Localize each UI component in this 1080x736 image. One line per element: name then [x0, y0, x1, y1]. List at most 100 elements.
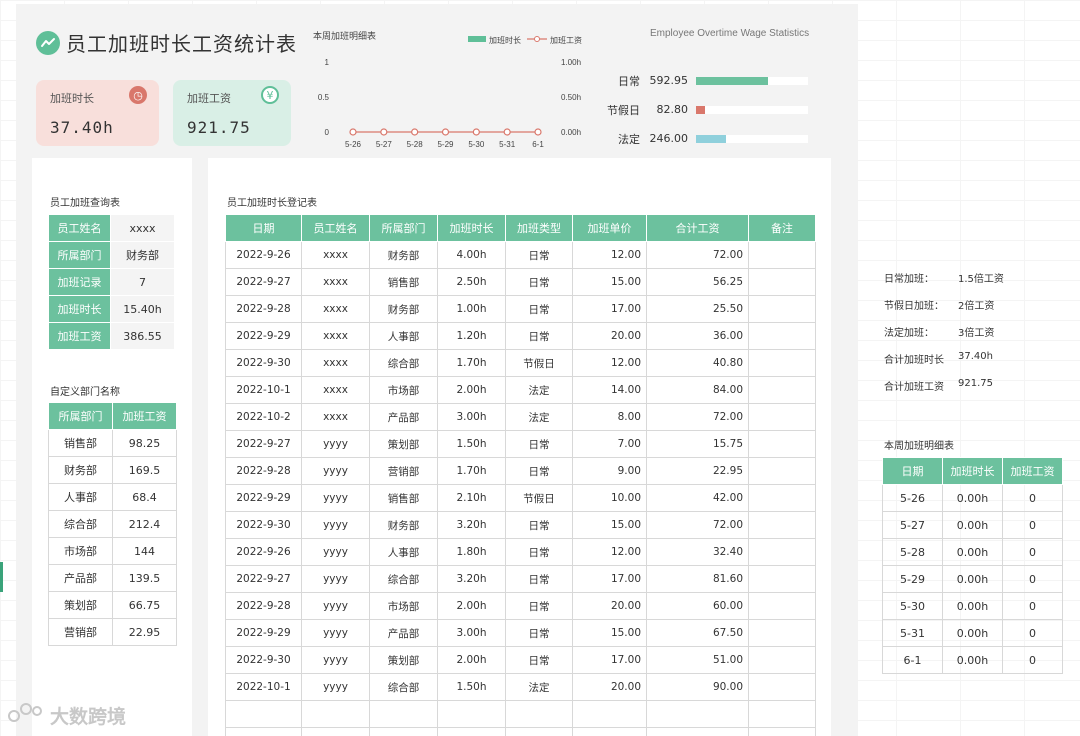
register-cell[interactable]	[748, 565, 816, 593]
week-cell[interactable]: 0.00h	[942, 565, 1003, 593]
register-cell[interactable]	[505, 727, 573, 736]
register-cell[interactable]: 日常	[505, 268, 573, 296]
register-cell[interactable]: 4.00h	[437, 241, 506, 269]
register-cell[interactable]: 2022-9-27	[225, 565, 302, 593]
register-cell[interactable]: 1.00h	[437, 295, 506, 323]
dept-cell[interactable]: 市场部	[48, 537, 113, 565]
register-cell[interactable]: 81.60	[646, 565, 749, 593]
register-cell[interactable]: 1.70h	[437, 457, 506, 485]
register-cell[interactable]: 56.25	[646, 268, 749, 296]
register-cell[interactable]: xxxx	[301, 268, 370, 296]
register-cell[interactable]: 财务部	[369, 241, 438, 269]
register-cell[interactable]: yyyy	[301, 457, 370, 485]
register-cell[interactable]: 2022-9-27	[225, 430, 302, 458]
register-cell[interactable]: 节假日	[505, 349, 573, 377]
register-cell[interactable]: 51.00	[646, 646, 749, 674]
week-cell[interactable]: 0.00h	[942, 484, 1003, 512]
register-cell[interactable]: 日常	[505, 322, 573, 350]
register-cell[interactable]: 20.00	[572, 592, 647, 620]
register-cell[interactable]: 12.00	[572, 241, 647, 269]
register-cell[interactable]: 20.00	[572, 673, 647, 701]
register-cell[interactable]: 市场部	[369, 376, 438, 404]
register-cell[interactable]	[572, 727, 647, 736]
register-cell[interactable]: 1.50h	[437, 430, 506, 458]
dept-cell[interactable]: 212.4	[112, 510, 177, 538]
register-cell[interactable]: xxxx	[301, 322, 370, 350]
register-cell[interactable]: 42.00	[646, 484, 749, 512]
register-cell[interactable]	[646, 700, 749, 728]
register-cell[interactable]: 综合部	[369, 565, 438, 593]
register-cell[interactable]: 3.20h	[437, 565, 506, 593]
register-cell[interactable]: 10.00	[572, 484, 647, 512]
week-cell[interactable]: 6-1	[882, 646, 943, 674]
register-cell[interactable]	[748, 538, 816, 566]
register-cell[interactable]: 17.00	[572, 295, 647, 323]
register-cell[interactable]: 36.00	[646, 322, 749, 350]
register-cell[interactable]: 日常	[505, 592, 573, 620]
register-cell[interactable]: 2022-10-1	[225, 376, 302, 404]
register-cell[interactable]	[369, 700, 438, 728]
register-cell[interactable]: 日常	[505, 241, 573, 269]
week-cell[interactable]: 0	[1002, 619, 1063, 647]
dept-cell[interactable]: 66.75	[112, 591, 177, 619]
register-cell[interactable]: 25.50	[646, 295, 749, 323]
week-cell[interactable]: 5-26	[882, 484, 943, 512]
register-cell[interactable]: yyyy	[301, 430, 370, 458]
week-cell[interactable]: 0.00h	[942, 646, 1003, 674]
week-cell[interactable]: 0	[1002, 592, 1063, 620]
week-cell[interactable]: 0.00h	[942, 592, 1003, 620]
week-cell[interactable]: 5-28	[882, 538, 943, 566]
register-cell[interactable]: 2022-9-27	[225, 268, 302, 296]
register-cell[interactable]	[301, 700, 370, 728]
query-value-cell[interactable]: 15.40h	[110, 295, 175, 323]
register-cell[interactable]: 8.00	[572, 403, 647, 431]
register-cell[interactable]	[646, 727, 749, 736]
register-cell[interactable]	[748, 241, 816, 269]
dept-cell[interactable]: 综合部	[48, 510, 113, 538]
register-cell[interactable]	[225, 700, 302, 728]
register-cell[interactable]: yyyy	[301, 646, 370, 674]
register-cell[interactable]	[748, 268, 816, 296]
register-cell[interactable]: 40.80	[646, 349, 749, 377]
register-cell[interactable]: 2022-9-28	[225, 457, 302, 485]
dept-cell[interactable]: 营销部	[48, 618, 113, 646]
register-cell[interactable]	[369, 727, 438, 736]
dept-cell[interactable]: 169.5	[112, 456, 177, 484]
register-cell[interactable]: 90.00	[646, 673, 749, 701]
register-cell[interactable]: 3.20h	[437, 511, 506, 539]
register-cell[interactable]: 60.00	[646, 592, 749, 620]
register-cell[interactable]: 财务部	[369, 511, 438, 539]
dept-cell[interactable]: 人事部	[48, 483, 113, 511]
register-cell[interactable]: 1.80h	[437, 538, 506, 566]
register-cell[interactable]: 日常	[505, 646, 573, 674]
register-cell[interactable]: 3.00h	[437, 619, 506, 647]
register-cell[interactable]: 人事部	[369, 538, 438, 566]
register-cell[interactable]: 市场部	[369, 592, 438, 620]
register-cell[interactable]	[572, 700, 647, 728]
register-cell[interactable]	[748, 430, 816, 458]
register-cell[interactable]: 2022-9-28	[225, 295, 302, 323]
register-cell[interactable]: 2022-9-30	[225, 646, 302, 674]
register-cell[interactable]: 67.50	[646, 619, 749, 647]
week-cell[interactable]: 5-31	[882, 619, 943, 647]
dept-cell[interactable]: 22.95	[112, 618, 177, 646]
register-cell[interactable]: 2.00h	[437, 646, 506, 674]
week-cell[interactable]: 0	[1002, 646, 1063, 674]
register-cell[interactable]: yyyy	[301, 511, 370, 539]
query-value-cell[interactable]: xxxx	[110, 214, 175, 242]
register-cell[interactable]	[748, 673, 816, 701]
register-cell[interactable]	[748, 700, 816, 728]
register-cell[interactable]: 节假日	[505, 484, 573, 512]
register-cell[interactable]: xxxx	[301, 241, 370, 269]
register-cell[interactable]: xxxx	[301, 349, 370, 377]
register-cell[interactable]: 策划部	[369, 430, 438, 458]
register-cell[interactable]	[437, 700, 506, 728]
register-cell[interactable]: 2022-9-26	[225, 538, 302, 566]
register-cell[interactable]: 2.50h	[437, 268, 506, 296]
register-cell[interactable]	[748, 322, 816, 350]
week-cell[interactable]: 0	[1002, 565, 1063, 593]
register-cell[interactable]: 84.00	[646, 376, 749, 404]
week-cell[interactable]: 5-27	[882, 511, 943, 539]
register-cell[interactable]: 日常	[505, 457, 573, 485]
register-cell[interactable]: 策划部	[369, 646, 438, 674]
